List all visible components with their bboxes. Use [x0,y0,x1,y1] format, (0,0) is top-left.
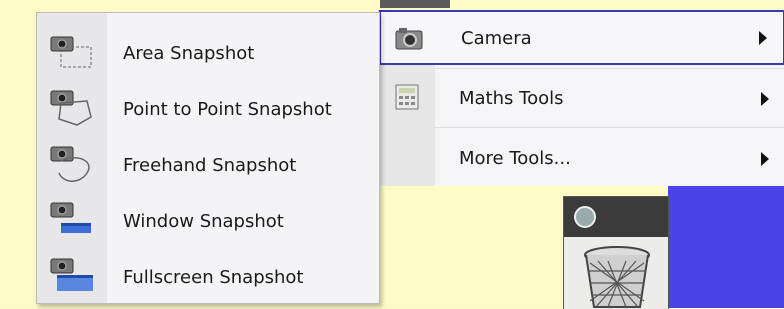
menu-item-label: Maths Tools [459,88,564,109]
submenu-item-point-to-point-snapshot[interactable]: Point to Point Snapshot [37,75,379,131]
menu-item-camera[interactable]: Camera [379,10,784,65]
trash-close-icon[interactable] [574,206,596,228]
submenu-item-label: Point to Point Snapshot [123,99,332,120]
trash-titlebar [564,197,668,237]
submenu-item-label: Window Snapshot [123,211,284,232]
fullscreen-snapshot-icon [50,258,93,291]
submenu-arrow-icon [761,152,769,166]
freehand-snapshot-icon [50,146,90,182]
window-snapshot-icon [50,202,91,233]
submenu-item-freehand-snapshot[interactable]: Freehand Snapshot [37,131,379,187]
calculator-icon [395,84,419,110]
submenu-item-label: Fullscreen Snapshot [123,267,304,288]
area-snapshot-icon [50,36,92,68]
submenu-arrow-icon [759,31,767,45]
menu-item-maths-tools[interactable]: Maths Tools [379,70,784,125]
point-to-point-snapshot-icon [50,90,92,126]
menu-item-label: Camera [461,28,532,49]
submenu-item-label: Freehand Snapshot [123,155,297,176]
menu-divider [435,68,784,69]
context-menu: Camera Maths Tools More Tools... [378,10,784,186]
submenu-item-fullscreen-snapshot[interactable]: Fullscreen Snapshot [37,243,379,299]
submenu-arrow-icon [761,92,769,106]
submenu-item-area-snapshot[interactable]: Area Snapshot [37,19,379,75]
submenu-item-label: Area Snapshot [123,43,255,64]
blue-panel [668,186,784,308]
trash-widget[interactable] [563,196,669,309]
top-strip [380,0,450,8]
menu-item-more-tools[interactable]: More Tools... [379,128,784,183]
submenu-item-window-snapshot[interactable]: Window Snapshot [37,187,379,243]
camera-submenu: Area Snapshot Point to Point Snapshot Fr… [36,12,380,304]
camera-icon [395,28,423,50]
menu-item-label: More Tools... [459,148,571,169]
trash-icon[interactable] [582,245,652,309]
